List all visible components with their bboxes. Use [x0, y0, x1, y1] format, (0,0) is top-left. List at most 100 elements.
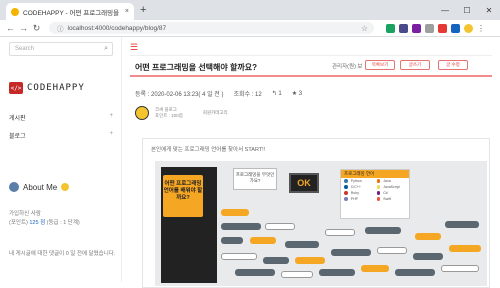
flow-node	[377, 247, 407, 254]
language-label: Swift	[383, 197, 391, 201]
close-window-button[interactable]: ✕	[478, 0, 500, 20]
language-logo-icon	[376, 179, 381, 183]
flow-node	[281, 271, 313, 278]
profile-avatar[interactable]	[464, 23, 473, 33]
title-underline	[130, 75, 492, 77]
reload-button[interactable]: ↻	[30, 23, 43, 34]
points-value: 125 점	[29, 220, 46, 226]
flow-node	[235, 269, 275, 276]
language-label: JavaScript	[383, 185, 400, 189]
flow-node	[415, 233, 441, 240]
language-logo-icon	[376, 197, 381, 201]
flow-node	[263, 257, 289, 264]
bookmark-star-icon[interactable]: ☆	[361, 24, 368, 33]
list-button[interactable]: 목록보기	[365, 60, 395, 70]
about-title: About Me	[23, 182, 58, 192]
language-row: PHP Swift	[341, 196, 409, 202]
expand-icon[interactable]: +	[109, 113, 113, 122]
extension-icon[interactable]	[438, 23, 447, 33]
infographic-image: 어떤 프로그래밍 언어를 배워야 할까요? 프로그래밍을 무엇인가요? OK 프…	[155, 161, 487, 286]
extension-icon[interactable]	[386, 23, 395, 33]
minimize-button[interactable]: —	[434, 0, 456, 20]
url-input[interactable]: ⓘ localhost:4000/codehappy/blog/87 ☆	[49, 22, 374, 34]
stat-line: 내 게시글에 대한 댓글이 0 일 전에 달렸습니다.	[9, 251, 116, 257]
flow-node	[319, 269, 355, 276]
author-label: 관리자(원) 보	[332, 64, 363, 70]
expand-icon[interactable]: +	[109, 131, 113, 140]
flow-node	[325, 229, 355, 236]
language-panel-title: 프로그래밍 언어	[341, 170, 409, 178]
avatar-icon	[9, 182, 19, 192]
language-logo-icon	[344, 185, 348, 189]
browser-tab[interactable]: CODEHAPPY - 어떤 프로그래밍을 선... ×	[6, 3, 134, 20]
new-tab-button[interactable]: +	[140, 4, 146, 16]
language-logo-icon	[344, 179, 348, 183]
divider	[130, 55, 492, 56]
tab-title: CODEHAPPY - 어떤 프로그래밍을 선...	[23, 9, 121, 17]
sidebar-item-board[interactable]: 게시판 +	[9, 113, 113, 122]
search-placeholder: Search	[15, 46, 35, 52]
post-date: 등록 : 2020-02-06 13:23( 4 일 전 )	[135, 92, 224, 98]
stat-line: 가입하신 사람	[9, 211, 41, 217]
extension-icons: ⋮	[386, 23, 485, 33]
browser-titlebar: CODEHAPPY - 어떤 프로그래밍을 선... × + — ☐ ✕	[0, 0, 500, 20]
post-body: 본인에게 맞는 프로그래밍 언어를 찾아서 START!! 어떤 프로그래밍 언…	[142, 138, 490, 288]
extension-icon[interactable]	[412, 23, 421, 33]
flow-node	[441, 265, 479, 272]
search-input[interactable]: Search ⌕	[9, 42, 113, 56]
edit-button[interactable]: 글 수정	[438, 60, 468, 70]
language-label: C/C++	[350, 185, 361, 189]
emoji-icon	[61, 183, 70, 191]
logo-mark: </>	[9, 82, 23, 94]
maximize-button[interactable]: ☐	[456, 0, 478, 20]
infographic-headline: 어떤 프로그래밍 언어를 배워야 할까요?	[163, 175, 203, 217]
forward-button[interactable]: →	[17, 23, 30, 33]
language-label: Ruby	[350, 191, 359, 195]
flow-node	[365, 227, 401, 234]
extension-icon[interactable]	[425, 23, 434, 33]
menu-dots-icon[interactable]: ⋮	[477, 24, 485, 33]
reply-count[interactable]: ↰ 1	[272, 90, 282, 97]
about-me-heading: About Me	[9, 182, 70, 192]
flow-node	[295, 257, 325, 264]
language-label: Java	[383, 179, 391, 183]
flow-node	[361, 265, 389, 272]
infographic-ok: OK	[289, 173, 319, 193]
language-label: PHP	[350, 197, 358, 201]
flow-node	[250, 237, 276, 244]
logo-text: CODEHAPPY	[27, 83, 85, 93]
main-content: ☰ 어떤 프로그래밍을 선택해야 할까요? 관리자(원) 보 목록보기 글쓰기 …	[122, 37, 500, 288]
star-count[interactable]: ★ 3	[292, 90, 302, 97]
back-button[interactable]: ←	[4, 23, 17, 33]
post-title: 어떤 프로그래밍을 선택해야 할까요?	[135, 63, 257, 72]
flow-node	[221, 237, 243, 244]
flow-node	[331, 249, 371, 256]
language-logo-icon	[344, 191, 348, 195]
post-meta: 등록 : 2020-02-06 13:23( 4 일 전 ) 조회수 : 12 …	[135, 89, 302, 98]
avatar	[135, 106, 149, 120]
info-icon: ⓘ	[57, 26, 64, 33]
language-label: C#	[383, 191, 388, 195]
author-category: 회원카테고리	[202, 110, 228, 115]
post-intro: 본인에게 맞는 프로그래밍 언어를 찾아서 START!!	[151, 147, 266, 153]
extension-icon[interactable]	[451, 23, 460, 33]
sidebar-item-label: 게시판	[9, 116, 26, 122]
extension-icon[interactable]	[399, 23, 408, 33]
flow-node	[395, 269, 435, 276]
tab-close-icon[interactable]: ×	[125, 8, 129, 15]
write-button[interactable]: 글쓰기	[400, 60, 430, 70]
search-icon[interactable]: ⌕	[104, 45, 108, 53]
hamburger-menu-icon[interactable]: ☰	[130, 42, 138, 53]
sidebar-item-blog[interactable]: 블로그 +	[9, 131, 113, 140]
language-logo-icon	[376, 185, 381, 189]
language-logo-icon	[344, 197, 348, 201]
stat-line: (포인트) 125 점 (등급 : 1 단계)	[9, 220, 80, 226]
author-block: 코써 블로그 포인트 : 100점 회원카테고리	[135, 106, 228, 120]
favicon-icon	[11, 7, 19, 16]
url-text: localhost:4000/codehappy/blog/87	[67, 24, 167, 32]
flow-node	[413, 253, 443, 260]
sidebar: Search ⌕ </> CODEHAPPY 게시판 + 블로그 + About…	[0, 37, 122, 282]
flow-node	[221, 253, 257, 260]
flow-node	[221, 223, 261, 230]
site-logo[interactable]: </> CODEHAPPY	[9, 82, 85, 94]
